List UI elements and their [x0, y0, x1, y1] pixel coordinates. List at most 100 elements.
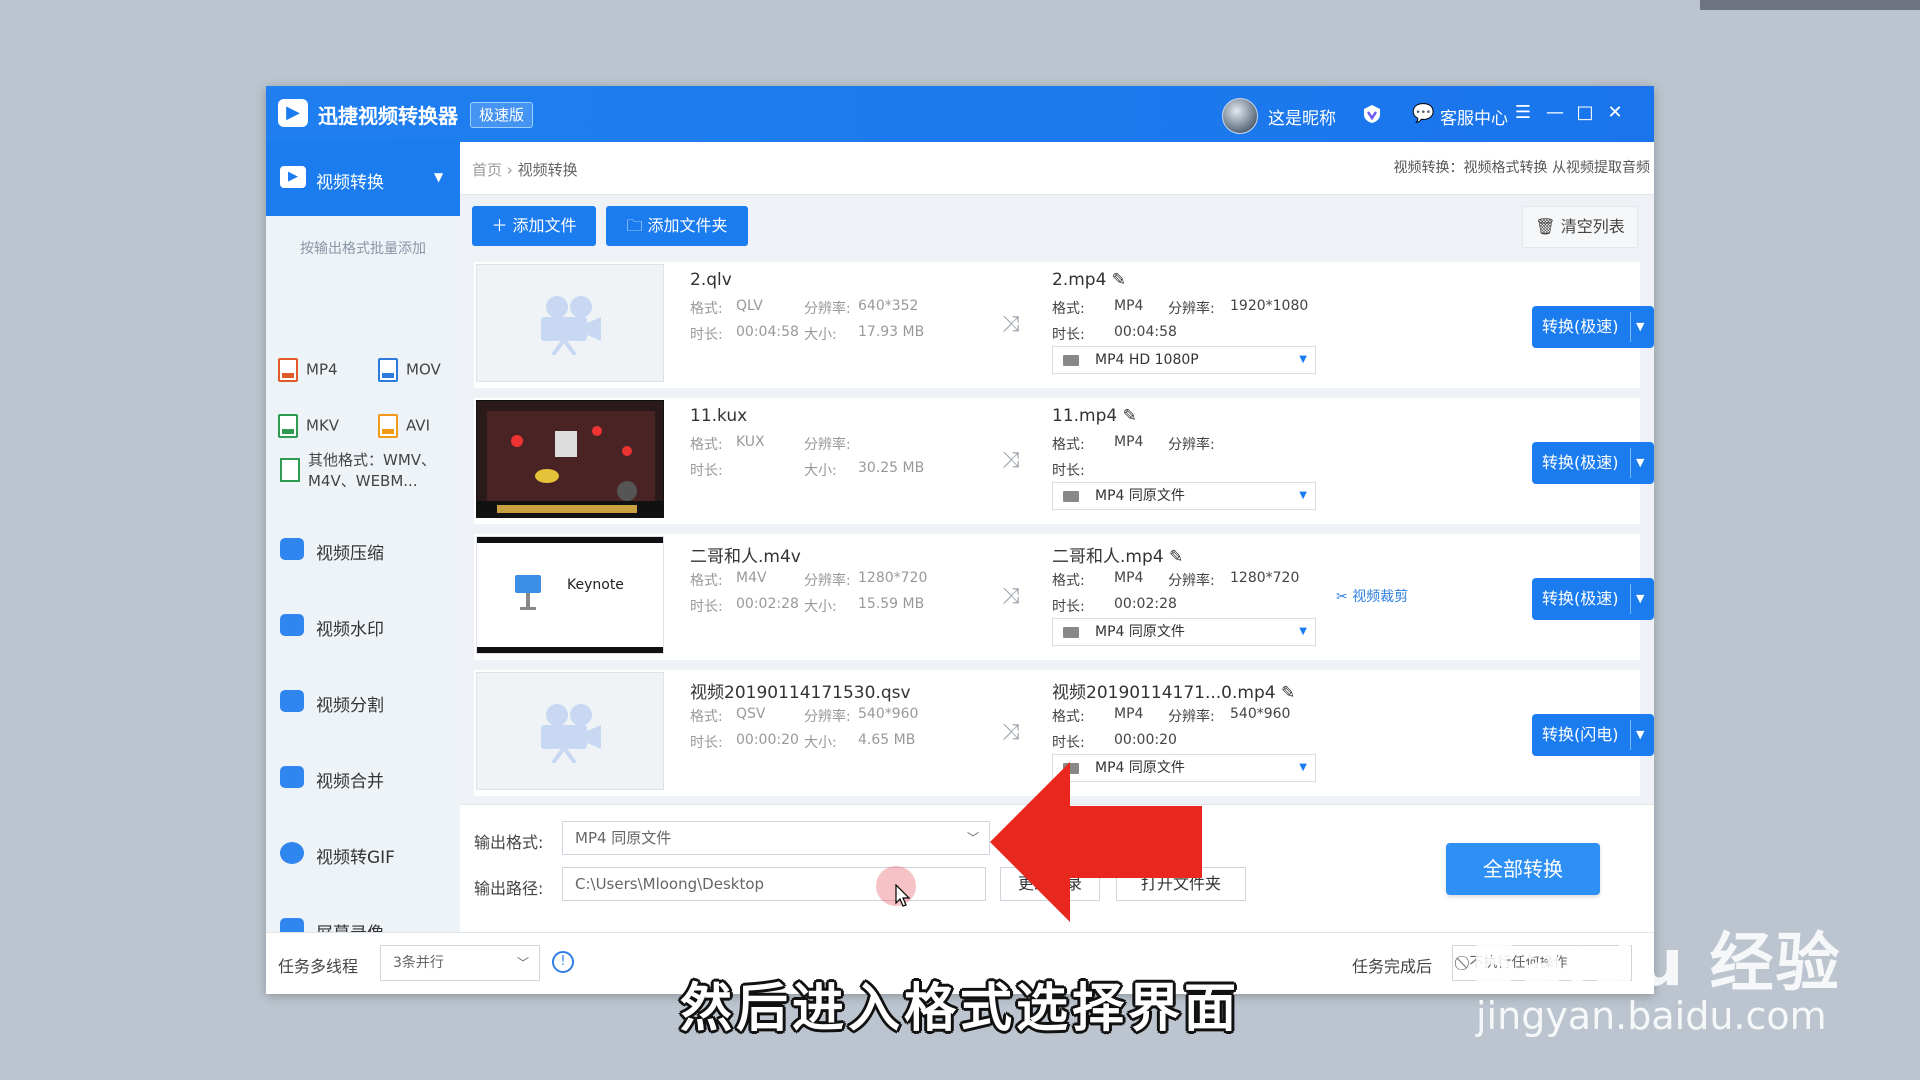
sidebar-item-watermark[interactable]: 视频水印 — [266, 606, 460, 646]
add-file-button[interactable]: ＋ 添加文件 — [472, 206, 596, 246]
output-file-name[interactable]: 视频20190114171...0.mp4 ✎ — [1052, 678, 1295, 703]
sidebar-item-compress[interactable]: 视频压缩 — [266, 530, 460, 570]
source-size: 4.65 MB — [858, 732, 916, 748]
output-preset-select[interactable]: MP4 同原文件 ▼ — [1052, 618, 1316, 646]
source-duration: 00:00:20 — [736, 732, 799, 748]
output-resolution: 1280*720 — [1230, 570, 1300, 586]
breadcrumb-home[interactable]: 首页 — [472, 161, 502, 179]
video-icon — [1063, 491, 1079, 502]
chevron-down-icon[interactable]: ▼ — [1636, 714, 1644, 756]
file-row: 2.qlv 格式: QLV 分辨率: 640*352 时长: 00:04:58 … — [474, 262, 1654, 388]
user-nickname[interactable]: 这是昵称 — [1268, 104, 1336, 129]
source-file-name: 视频20190114171530.qsv — [690, 683, 911, 703]
output-preset-select[interactable]: MP4 同原文件 ▼ — [1052, 482, 1316, 510]
service-center-link[interactable]: 客服中心 — [1440, 104, 1508, 129]
minimize-icon[interactable]: — — [1542, 100, 1568, 126]
watermark-icon — [280, 614, 304, 636]
clear-list-button[interactable]: 🗑 清空列表 — [1522, 206, 1638, 248]
avatar[interactable] — [1222, 98, 1258, 134]
video-icon — [1063, 355, 1079, 366]
mkv-file-icon — [278, 414, 298, 438]
format-mp4[interactable]: MP4 — [278, 358, 338, 382]
chevron-down-icon: ▼ — [1299, 490, 1307, 501]
chevron-down-icon[interactable]: ▼ — [1636, 578, 1644, 620]
video-thumbnail: Keynote — [476, 536, 664, 654]
chevron-down-icon: ▼ — [1299, 762, 1307, 773]
scissors-icon: ✂ — [1336, 589, 1348, 605]
video-camera-icon — [541, 704, 601, 763]
convert-button[interactable]: 转换(极速) ▼ — [1532, 306, 1654, 348]
source-duration: 00:04:58 — [736, 324, 799, 340]
format-mov[interactable]: MOV — [378, 358, 441, 382]
format-other[interactable]: 其他格式：WMV、M4V、WEBM... — [280, 450, 455, 492]
source-file-name: 二哥和人.m4v — [690, 547, 801, 567]
convert-arrow-icon: ⤨ — [1002, 584, 1020, 609]
vip-shield-icon[interactable] — [1362, 104, 1382, 124]
other-format-file-icon — [280, 458, 300, 482]
source-size: 15.59 MB — [858, 596, 925, 612]
source-resolution: 1280*720 — [858, 570, 928, 586]
source-size: 30.25 MB — [858, 460, 925, 476]
edit-icon[interactable]: ✎ — [1169, 547, 1183, 567]
sidebar: ▶ 视频转换 ▼ 按输出格式批量添加 MP4 MOV MKV AVI 其他格式：… — [266, 142, 460, 944]
output-path-field[interactable]: C:\Users\Mloong\Desktop — [562, 867, 986, 901]
sidebar-item-split[interactable]: 视频分割 — [266, 682, 460, 722]
app-logo-icon: ▶ — [278, 99, 308, 127]
sidebar-item-merge[interactable]: 视频合并 — [266, 758, 460, 798]
chevron-down-icon[interactable]: ▼ — [1636, 306, 1644, 348]
output-resolution: 540*960 — [1230, 706, 1291, 722]
output-file-name[interactable]: 11.mp4 ✎ — [1052, 406, 1137, 426]
output-format-select[interactable]: MP4 同原文件 ﹀ — [562, 821, 990, 855]
mouse-cursor-icon — [895, 884, 911, 907]
edit-icon[interactable]: ✎ — [1281, 683, 1295, 703]
video-trim-link[interactable]: ✂ 视频裁剪 — [1336, 586, 1408, 606]
split-icon — [280, 690, 304, 712]
format-avi[interactable]: AVI — [378, 414, 430, 438]
maximize-icon[interactable]: □ — [1572, 100, 1598, 126]
keynote-icon — [515, 575, 541, 610]
source-format: QSV — [736, 706, 766, 722]
file-row: 11.kux 格式: KUX 分辨率: 时长: 大小: 30.25 MB ⤨ 1… — [474, 398, 1654, 524]
edit-icon[interactable]: ✎ — [1112, 270, 1126, 290]
game-frame-image — [477, 401, 663, 517]
menu-icon[interactable]: ☰ — [1510, 100, 1536, 126]
convert-button[interactable]: 转换(极速) ▼ — [1532, 578, 1654, 620]
trash-icon: 🗑 — [1535, 217, 1556, 236]
output-path-label: 输出路径: — [474, 879, 544, 898]
chevron-down-icon: ▼ — [434, 170, 444, 184]
output-format-label: 输出格式: — [474, 833, 544, 852]
output-file-name[interactable]: 2.mp4 ✎ — [1052, 270, 1126, 290]
add-folder-button[interactable]: 🗀 添加文件夹 — [606, 206, 748, 246]
chevron-down-icon[interactable]: ▼ — [1636, 442, 1644, 484]
output-preset-select[interactable]: MP4 HD 1080P ▼ — [1052, 346, 1316, 374]
source-file-name: 11.kux — [690, 406, 748, 426]
close-icon[interactable]: ✕ — [1602, 100, 1628, 126]
sidebar-item-video-convert[interactable]: ▶ 视频转换 ▼ — [266, 142, 460, 216]
title-bar: ▶ 迅捷视频转换器 极速版 这是昵称 💬 客服中心 ☰ — □ ✕ — [266, 86, 1654, 142]
source-resolution: 640*352 — [858, 298, 919, 314]
video-thumbnail — [476, 264, 664, 382]
output-resolution: 1920*1080 — [1230, 298, 1309, 314]
video-convert-icon: ▶ — [280, 166, 306, 188]
output-file-name[interactable]: 二哥和人.mp4 ✎ — [1052, 542, 1183, 567]
mov-file-icon — [378, 358, 398, 382]
batch-add-hint: 按输出格式批量添加 — [300, 241, 426, 257]
chevron-down-icon: ▼ — [1299, 354, 1307, 365]
chat-icon[interactable]: 💬 — [1412, 103, 1434, 124]
sidebar-item-gif[interactable]: 视频转GIF — [266, 834, 460, 874]
app-title: 迅捷视频转换器 — [318, 104, 458, 128]
compress-icon — [280, 538, 304, 560]
output-duration: 00:00:20 — [1114, 732, 1177, 748]
convert-all-button[interactable]: 全部转换 — [1446, 843, 1600, 895]
format-mkv[interactable]: MKV — [278, 414, 339, 438]
top-right-bar — [1700, 0, 1920, 10]
app-window: ▶ 迅捷视频转换器 极速版 这是昵称 💬 客服中心 ☰ — □ ✕ ▶ 视频转换… — [266, 86, 1654, 994]
convert-button[interactable]: 转换(极速) ▼ — [1532, 442, 1654, 484]
breadcrumb: 首页 › 视频转换 视频转换：视频格式转换 从视频提取音频 — [460, 142, 1654, 195]
edit-icon[interactable]: ✎ — [1123, 406, 1137, 426]
video-thumbnail — [476, 400, 664, 518]
video-subtitle: 然后进入格式选择界面 — [679, 979, 1240, 1039]
output-duration: 00:04:58 — [1114, 324, 1177, 340]
convert-button[interactable]: 转换(闪电) ▼ — [1532, 714, 1654, 756]
video-camera-icon — [541, 296, 601, 355]
